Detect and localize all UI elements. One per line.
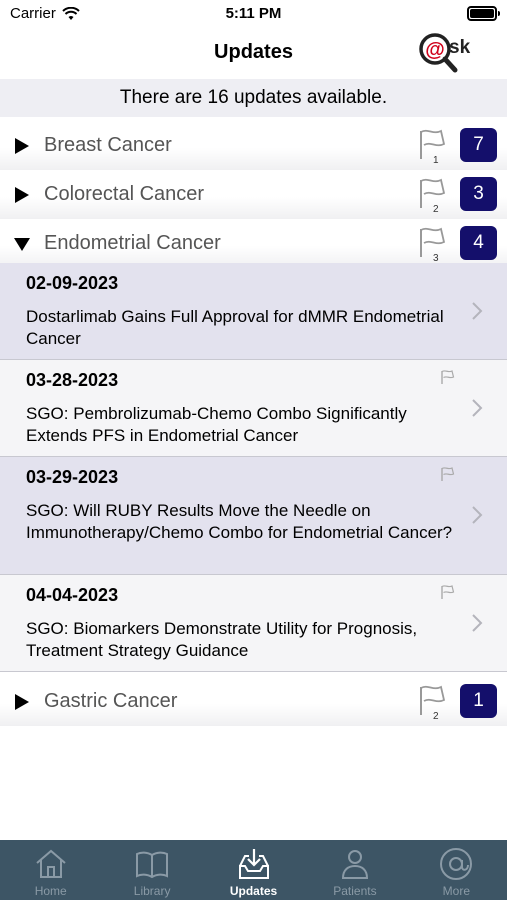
flag-icon[interactable] (440, 466, 456, 482)
flag-count: 2 (433, 711, 439, 722)
update-count-badge: 3 (460, 177, 497, 211)
tab-more[interactable]: More (406, 840, 507, 900)
update-count-badge: 1 (460, 684, 497, 718)
update-row[interactable]: 04-04-2023 SGO: Biomarkers Demonstrate U… (0, 575, 507, 672)
home-icon (36, 849, 66, 878)
tab-label: Updates (229, 884, 278, 898)
update-count-badge: 7 (460, 128, 497, 162)
chevron-right-icon (472, 614, 483, 632)
category-row-endometrial-cancer[interactable]: Endometrial Cancer 3 4 (0, 219, 507, 268)
svg-text:@: @ (425, 39, 445, 61)
update-date: 02-09-2023 (26, 273, 119, 293)
expand-triangle-icon (15, 138, 29, 154)
category-label: Breast Cancer (44, 134, 172, 156)
svg-text:sk: sk (449, 37, 471, 58)
tab-label: Patients (333, 884, 377, 898)
category-label: Colorectal Cancer (44, 183, 205, 205)
status-time: 5:11 PM (225, 5, 282, 22)
status-bar: Carrier 5:11 PM (0, 0, 507, 30)
tab-patients[interactable]: Patients (304, 840, 405, 900)
update-title: SGO: Will RUBY Results Move the Needle o… (26, 501, 453, 542)
update-row[interactable]: 03-29-2023 SGO: Will RUBY Results Move t… (0, 457, 507, 575)
tab-library[interactable]: Library (101, 840, 202, 900)
chevron-right-icon (472, 506, 483, 524)
category-label: Gastric Cancer (44, 690, 178, 712)
person-icon (341, 850, 368, 879)
book-icon (136, 851, 169, 879)
updates-count-banner: There are 16 updates available. (0, 79, 507, 117)
collapse-triangle-icon (14, 238, 30, 251)
flag-icon[interactable] (440, 584, 456, 600)
battery-icon (467, 6, 500, 21)
flag-icon[interactable] (440, 369, 456, 385)
tab-label: More (442, 884, 470, 898)
ask-logo-icon[interactable]: @ sk (413, 30, 485, 74)
flag-count: 2 (433, 204, 439, 215)
update-row[interactable]: 03-28-2023 SGO: Pembrolizumab-Chemo Comb… (0, 360, 507, 457)
at-sign-icon (440, 848, 473, 880)
category-label: Endometrial Cancer (44, 232, 221, 254)
update-title: SGO: Biomarkers Demonstrate Utility for … (26, 619, 418, 660)
navigation-bar: Updates @ sk (0, 30, 507, 78)
tab-label: Home (34, 884, 67, 898)
flag-count: 1 (433, 155, 439, 166)
update-title: Dostarlimab Gains Full Approval for dMMR… (26, 307, 444, 348)
tab-updates[interactable]: Updates (203, 840, 304, 900)
inbox-download-icon (238, 849, 269, 879)
chevron-right-icon (472, 399, 483, 417)
update-count-badge: 4 (460, 226, 497, 260)
category-row-colorectal-cancer[interactable]: Colorectal Cancer 2 3 (0, 170, 507, 219)
tab-bar: Home Library Updates Patients More (0, 840, 507, 900)
tab-home[interactable]: Home (0, 840, 101, 900)
update-row[interactable]: 02-09-2023 Dostarlimab Gains Full Approv… (0, 263, 507, 360)
category-row-gastric-cancer[interactable]: Gastric Cancer 2 1 (0, 677, 507, 726)
update-date: 03-28-2023 (26, 370, 119, 390)
update-date: 03-29-2023 (26, 467, 119, 487)
expand-triangle-icon (15, 694, 29, 710)
update-title: SGO: Pembrolizumab-Chemo Combo Significa… (26, 404, 407, 445)
category-row-breast-cancer[interactable]: Breast Cancer 1 7 (0, 121, 507, 170)
update-date: 04-04-2023 (26, 585, 119, 605)
chevron-right-icon (472, 302, 483, 320)
tab-label: Library (133, 884, 171, 898)
expand-triangle-icon (15, 187, 29, 203)
